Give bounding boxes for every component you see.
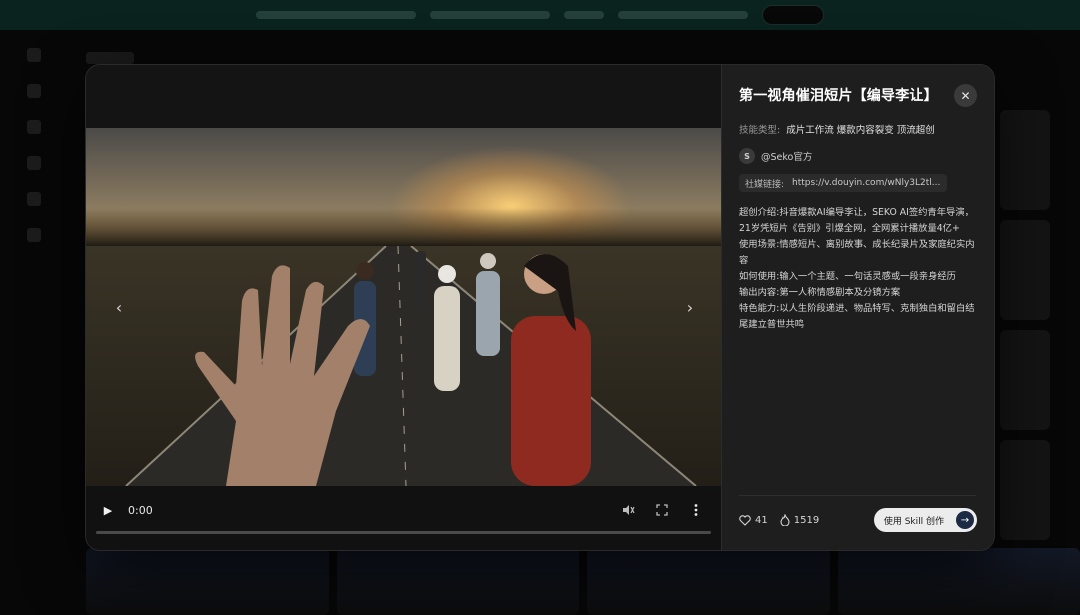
video-frame[interactable]: [86, 128, 721, 486]
author-row[interactable]: S @Seko官方: [739, 148, 978, 164]
mute-icon[interactable]: [617, 500, 639, 520]
skill-detail-modal: ‹ › ▶ 0:00 第一视角催泪短片【编导李让】 ✕ 技能类型: 成片工作流 …: [86, 65, 994, 550]
banner-text-blurred: [256, 11, 416, 19]
description-line: 特色能力:以人生阶段递进、物品特写、克制独白和留白结尾建立普世共鸣: [739, 303, 975, 330]
video-controls: ▶ 0:00: [86, 486, 721, 550]
author-handle: @Seko官方: [761, 152, 813, 163]
heart-icon: [739, 514, 751, 526]
description: 超创介绍:抖音爆款AI编导李让，SEKO AI签约青年导演，21岁凭短片《告别》…: [739, 205, 979, 333]
background-gallery-row: [86, 548, 1080, 615]
video-scene: [125, 246, 697, 486]
progress-bar[interactable]: [96, 531, 711, 534]
social-link-chip[interactable]: 社媒链接: https://v.douyin.com/wNly3L2tl...: [739, 174, 947, 192]
use-skill-button[interactable]: 使用 Skill 创作 →: [873, 508, 977, 532]
more-vertical-icon[interactable]: [685, 500, 707, 520]
description-line: 如何使用:输入一个主题、一句话灵感或一段亲身经历: [739, 271, 956, 282]
modal-title: 第一视角催泪短片【编导李让】: [739, 88, 938, 104]
use-count: 1519: [793, 514, 820, 526]
divider: [739, 495, 976, 496]
social-link-label: 社媒链接:: [745, 179, 785, 190]
use-stat[interactable]: 1519: [780, 514, 819, 526]
play-icon[interactable]: ▶: [100, 502, 116, 518]
prev-arrow-icon[interactable]: ‹: [112, 298, 126, 317]
background-gallery-column: [1000, 110, 1050, 540]
skill-type-label: 技能类型:: [739, 125, 781, 136]
panel-footer: 41 1519 使用 Skill 创作 →: [739, 508, 977, 532]
banner-text-blurred: [564, 11, 604, 19]
arrow-right-icon: →: [956, 511, 974, 529]
banner-text-blurred: [618, 11, 748, 19]
controls-row: ▶ 0:00: [100, 500, 707, 520]
avatar: S: [739, 148, 755, 164]
announcement-banner: [0, 0, 1080, 30]
fullscreen-icon[interactable]: [651, 500, 673, 520]
close-icon[interactable]: ✕: [954, 84, 977, 107]
like-stat[interactable]: 41: [739, 515, 768, 526]
skill-type-value: 成片工作流 爆款内容裂变 顶流超创: [786, 125, 935, 136]
use-skill-label: 使用 Skill 创作: [883, 516, 944, 527]
description-line: 输出内容:第一人称情感剧本及分镜方案: [739, 287, 901, 298]
background-page-title: [86, 52, 134, 64]
banner-text-blurred: [430, 11, 550, 19]
description-line: 使用场景:情感短片、离别故事、成长纪录片及家庭纪实内容: [739, 239, 975, 266]
video-player: ‹ › ▶ 0:00: [86, 65, 721, 550]
background-sidebar: [18, 48, 50, 608]
flame-icon: [780, 514, 790, 526]
banner-button: [762, 5, 824, 25]
info-panel: 第一视角催泪短片【编导李让】 ✕ 技能类型: 成片工作流 爆款内容裂变 顶流超创…: [721, 65, 994, 550]
tree-line: [86, 208, 721, 248]
description-line: 超创介绍:抖音爆款AI编导李让，SEKO AI签约青年导演，21岁凭短片《告别》…: [739, 207, 974, 234]
social-link-url[interactable]: https://v.douyin.com/wNly3L2tl...: [792, 178, 940, 188]
like-count: 41: [755, 514, 768, 526]
skill-type-row: 技能类型: 成片工作流 爆款内容裂变 顶流超创: [739, 122, 978, 136]
next-arrow-icon[interactable]: ›: [683, 298, 697, 317]
current-time: 0:00: [128, 503, 153, 517]
